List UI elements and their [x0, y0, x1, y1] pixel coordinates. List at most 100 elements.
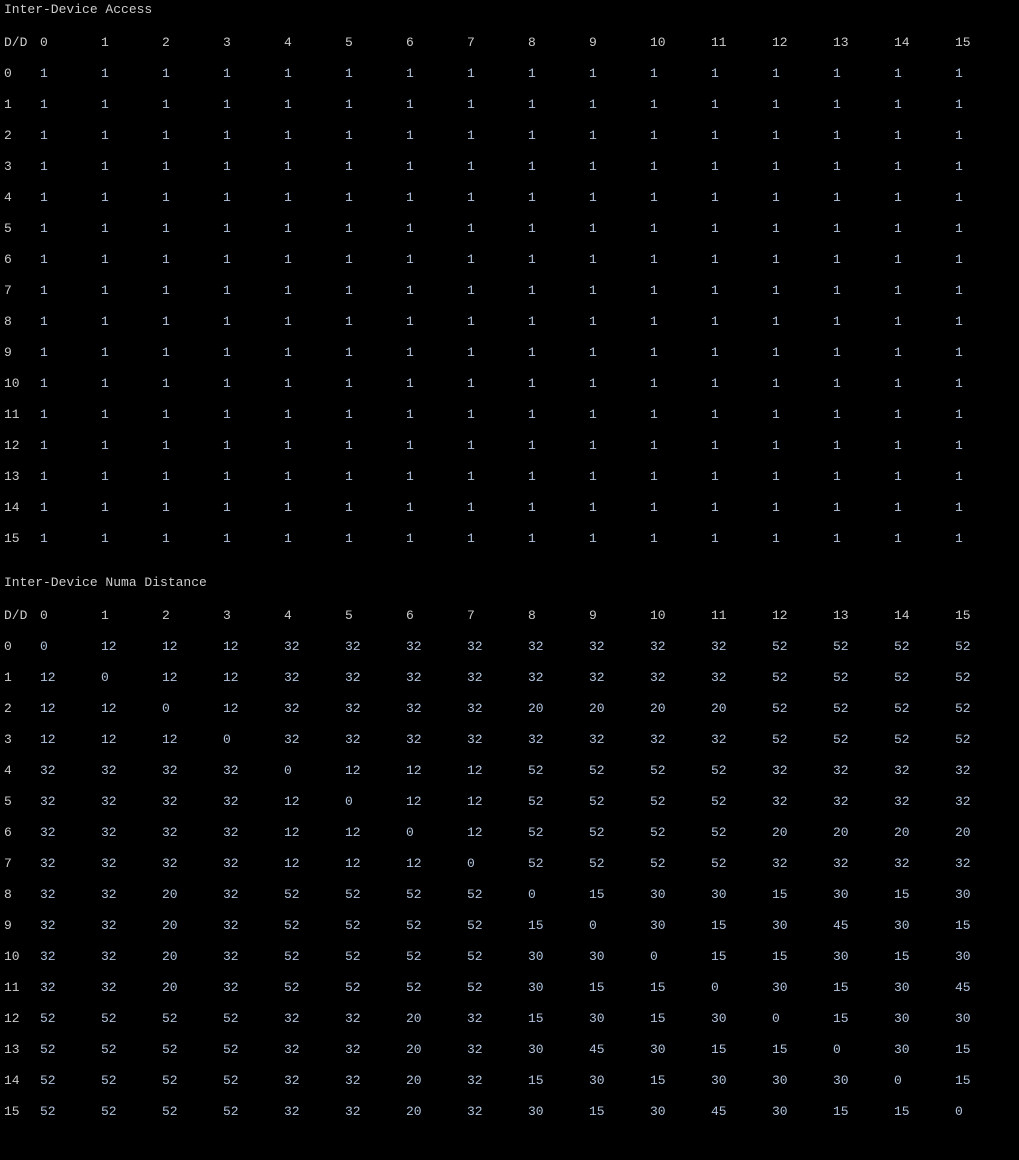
cell-value: 1	[772, 307, 833, 338]
cell-value: 1	[711, 307, 772, 338]
cell-value: 1	[528, 152, 589, 183]
cell-value: 32	[711, 724, 772, 755]
cell-value: 0	[284, 755, 345, 786]
cell-value: 15	[650, 1003, 711, 1034]
cell-value: 1	[467, 183, 528, 214]
cell-value: 1	[284, 431, 345, 462]
row-header: 8	[4, 307, 40, 338]
cell-value: 15	[894, 879, 955, 910]
cell-value: 1	[894, 152, 955, 183]
cell-value: 52	[40, 1003, 101, 1034]
cell-value: 1	[345, 59, 406, 90]
col-header: 4	[284, 28, 345, 59]
cell-value: 32	[40, 879, 101, 910]
cell-value: 1	[711, 400, 772, 431]
cell-value: 1	[650, 214, 711, 245]
cell-value: 15	[528, 910, 589, 941]
row-header: 7	[4, 848, 40, 879]
cell-value: 1	[345, 400, 406, 431]
col-header: 14	[894, 600, 955, 631]
cell-value: 52	[467, 941, 528, 972]
col-header: 3	[223, 28, 284, 59]
cell-value: 52	[772, 662, 833, 693]
cell-value: 30	[528, 1096, 589, 1127]
cell-value: 1	[345, 90, 406, 121]
table-row: 81111111111111111	[4, 307, 1016, 338]
cell-value: 1	[467, 121, 528, 152]
cell-value: 12	[101, 693, 162, 724]
cell-value: 30	[894, 1034, 955, 1065]
cell-value: 52	[650, 786, 711, 817]
cell-value: 1	[406, 183, 467, 214]
cell-value: 52	[833, 662, 894, 693]
cell-value: 1	[772, 183, 833, 214]
cell-value: 1	[894, 276, 955, 307]
cell-value: 1	[406, 524, 467, 555]
col-header: 0	[40, 600, 101, 631]
row-header: 6	[4, 245, 40, 276]
cell-value: 1	[589, 245, 650, 276]
cell-value: 20	[833, 817, 894, 848]
cell-value: 32	[223, 910, 284, 941]
cell-value: 1	[772, 338, 833, 369]
cell-value: 20	[955, 817, 1016, 848]
col-header: 8	[528, 600, 589, 631]
cell-value: 1	[223, 369, 284, 400]
cell-value: 52	[101, 1096, 162, 1127]
row-header: 14	[4, 493, 40, 524]
cell-value: 1	[467, 276, 528, 307]
cell-value: 20	[406, 1034, 467, 1065]
cell-value: 52	[406, 941, 467, 972]
cell-value: 20	[162, 910, 223, 941]
col-header: 12	[772, 600, 833, 631]
cell-value: 52	[955, 631, 1016, 662]
cell-value: 1	[40, 493, 101, 524]
col-header: 5	[345, 28, 406, 59]
cell-value: 52	[528, 817, 589, 848]
row-header: 5	[4, 214, 40, 245]
table-row: 61111111111111111	[4, 245, 1016, 276]
table-row: 53232323212012125252525232323232	[4, 786, 1016, 817]
cell-value: 52	[101, 1034, 162, 1065]
cell-value: 32	[101, 910, 162, 941]
cell-value: 32	[345, 662, 406, 693]
cell-value: 30	[894, 972, 955, 1003]
cell-value: 15	[772, 1034, 833, 1065]
cell-value: 52	[223, 1003, 284, 1034]
cell-value: 20	[528, 693, 589, 724]
table-row: 125252525232322032153015300153030	[4, 1003, 1016, 1034]
cell-value: 1	[223, 462, 284, 493]
row-header: 2	[4, 693, 40, 724]
col-header: 15	[955, 600, 1016, 631]
cell-value: 1	[650, 493, 711, 524]
cell-value: 1	[711, 369, 772, 400]
cell-value: 1	[589, 59, 650, 90]
cell-value: 0	[345, 786, 406, 817]
cell-value: 1	[650, 245, 711, 276]
cell-value: 1	[528, 431, 589, 462]
cell-value: 1	[223, 338, 284, 369]
cell-value: 32	[345, 631, 406, 662]
cell-value: 20	[589, 693, 650, 724]
cell-value: 15	[711, 1034, 772, 1065]
cell-value: 12	[101, 631, 162, 662]
cell-value: 32	[101, 941, 162, 972]
cell-value: 12	[101, 724, 162, 755]
cell-value: 52	[467, 972, 528, 1003]
cell-value: 52	[894, 631, 955, 662]
cell-value: 1	[101, 462, 162, 493]
table-row: 151111111111111111	[4, 524, 1016, 555]
cell-value: 32	[162, 786, 223, 817]
cell-value: 12	[40, 724, 101, 755]
cell-value: 15	[772, 941, 833, 972]
cell-value: 1	[589, 152, 650, 183]
cell-value: 1	[955, 183, 1016, 214]
cell-value: 1	[711, 90, 772, 121]
row-header: 4	[4, 755, 40, 786]
col-header: 6	[406, 600, 467, 631]
cell-value: 1	[650, 307, 711, 338]
cell-value: 1	[894, 338, 955, 369]
cell-value: 1	[284, 152, 345, 183]
cell-value: 52	[894, 693, 955, 724]
cell-value: 32	[650, 724, 711, 755]
